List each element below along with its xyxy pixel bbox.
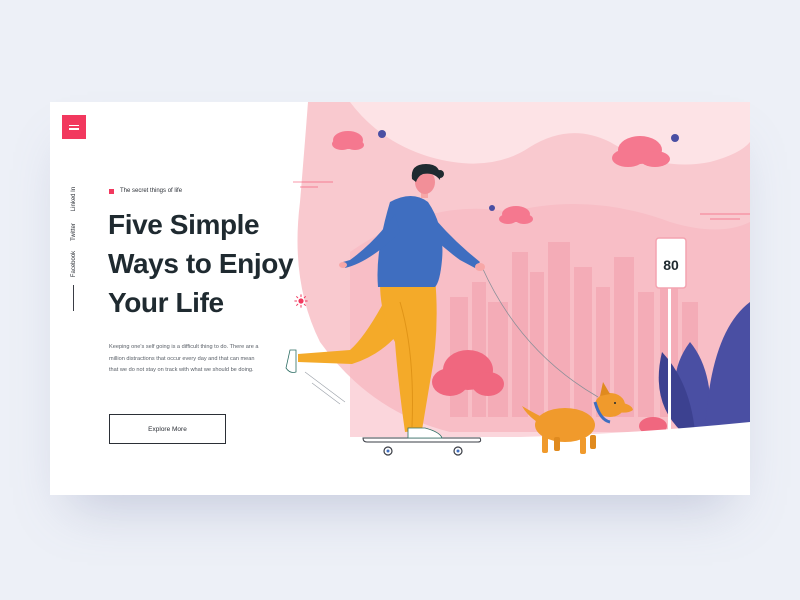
explore-more-button[interactable]: Explore More — [109, 414, 226, 444]
dot-blue-3 — [489, 205, 495, 211]
social-link-twitter[interactable]: Twitter — [71, 216, 77, 248]
social-link-linkedin[interactable]: Linked In — [71, 183, 77, 215]
ground-speed-line-2 — [311, 382, 341, 405]
hero-description: Keeping one's self going is a difficult … — [109, 344, 259, 374]
social-divider-line — [73, 285, 74, 311]
hero-eyebrow: The secret things of life — [109, 188, 182, 194]
person-hand-back — [339, 262, 347, 268]
headline-line-1: Five Simple — [108, 209, 260, 240]
dot-blue-1 — [378, 130, 386, 138]
dot-blue-2 — [671, 134, 679, 142]
dog-leg-4 — [590, 435, 596, 449]
speed-sign-pole — [668, 286, 671, 436]
dog-eye — [614, 402, 616, 404]
hamburger-menu-icon — [69, 124, 79, 126]
headline-line-2: Ways to Enjoy — [108, 248, 294, 279]
menu-button[interactable] — [62, 115, 86, 139]
person-back-shoe — [285, 349, 297, 373]
ground-speed-line-1 — [304, 371, 346, 403]
sun-icon — [294, 294, 308, 308]
social-link-facebook[interactable]: Facebook — [71, 248, 77, 280]
dog-leg-2 — [554, 437, 560, 451]
dog-leg-1 — [542, 435, 548, 453]
eyebrow-text: The secret things of life — [120, 188, 183, 194]
speed-sign-value: 80 — [663, 257, 679, 273]
hero-card: 80 Linked In Twitter Facebook The secret… — [50, 102, 750, 495]
hamburger-menu-icon-line — [69, 128, 79, 130]
eyebrow-square-icon — [109, 188, 114, 194]
hero-headline: Five Simple Ways to Enjoy Your Life — [108, 205, 338, 322]
person-hand-front — [475, 263, 485, 271]
dog-leg-3 — [580, 437, 586, 454]
